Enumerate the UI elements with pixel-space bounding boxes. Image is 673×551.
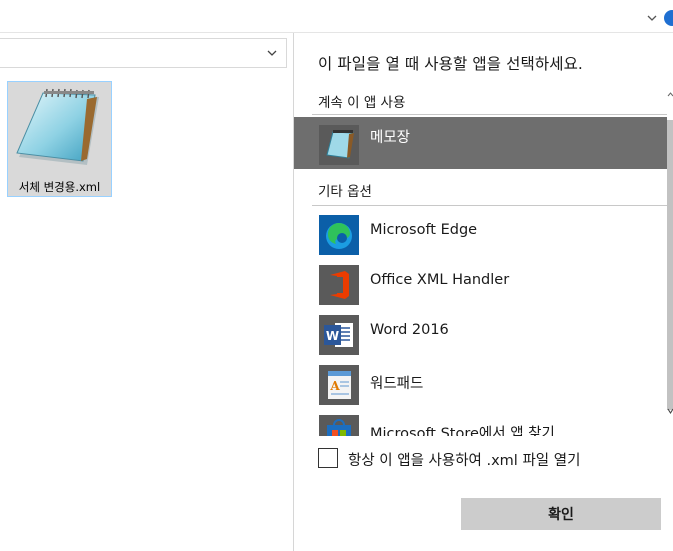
address-bar[interactable] bbox=[0, 38, 287, 68]
other-options-section-header: 기타 옵션 bbox=[318, 184, 372, 200]
store-icon bbox=[319, 415, 359, 436]
app-option-label: 워드패드 bbox=[370, 376, 424, 392]
ok-button[interactable]: 확인 bbox=[461, 498, 661, 530]
svg-text:A: A bbox=[329, 379, 340, 393]
scroll-up-chevron-icon[interactable] bbox=[667, 90, 673, 98]
word-icon: W bbox=[319, 315, 359, 355]
app-option-edge[interactable]: Microsoft Edge bbox=[294, 213, 667, 263]
always-use-checkbox[interactable] bbox=[318, 448, 338, 468]
explorer-ribbon bbox=[0, 0, 673, 33]
notepad-icon bbox=[16, 88, 99, 165]
dialog-title: 이 파일을 열 때 사용할 앱을 선택하세요. bbox=[318, 55, 583, 73]
section-divider bbox=[312, 205, 667, 206]
app-option-word[interactable]: W Word 2016 bbox=[294, 313, 667, 363]
app-option-wordpad[interactable]: A 워드패드 bbox=[294, 363, 667, 413]
svg-text:W: W bbox=[326, 329, 339, 343]
address-dropdown-chevron-icon[interactable] bbox=[265, 46, 279, 60]
ribbon-expand-chevron-icon[interactable] bbox=[645, 11, 659, 25]
app-option-label: Microsoft Edge bbox=[370, 222, 478, 238]
file-item[interactable]: 서체 변경용.xml bbox=[7, 81, 112, 197]
file-name: 서체 변경용.xml bbox=[18, 180, 101, 194]
app-option-find-in-store[interactable]: Microsoft Store에서 앱 찾기 bbox=[294, 413, 667, 436]
app-option-label: Word 2016 bbox=[370, 322, 449, 338]
app-list-scrollbar[interactable] bbox=[667, 90, 673, 436]
app-option-label: Office XML Handler bbox=[370, 272, 510, 288]
section-divider bbox=[312, 114, 667, 115]
notepad-icon bbox=[319, 125, 359, 165]
app-option-office-xml-handler[interactable]: Office XML Handler bbox=[294, 263, 667, 313]
open-with-dialog: 이 파일을 열 때 사용할 앱을 선택하세요. 계속 이 앱 사용 메모장 기타… bbox=[293, 33, 673, 551]
office-icon bbox=[319, 265, 359, 305]
scrollbar-thumb[interactable] bbox=[667, 120, 673, 410]
edge-icon bbox=[319, 215, 359, 255]
app-option-label: 메모장 bbox=[370, 130, 411, 146]
other-apps-list: Microsoft Edge Office XML Handler W Word… bbox=[294, 207, 667, 436]
app-option-label: Microsoft Store에서 앱 찾기 bbox=[370, 426, 555, 436]
scroll-down-chevron-icon[interactable] bbox=[667, 406, 673, 416]
help-icon[interactable] bbox=[664, 10, 673, 26]
wordpad-icon: A bbox=[319, 365, 359, 405]
keep-using-section-header: 계속 이 앱 사용 bbox=[318, 95, 406, 111]
app-option-notepad[interactable]: 메모장 bbox=[294, 117, 667, 169]
always-use-label: 항상 이 앱을 사용하여 .xml 파일 열기 bbox=[348, 453, 581, 469]
